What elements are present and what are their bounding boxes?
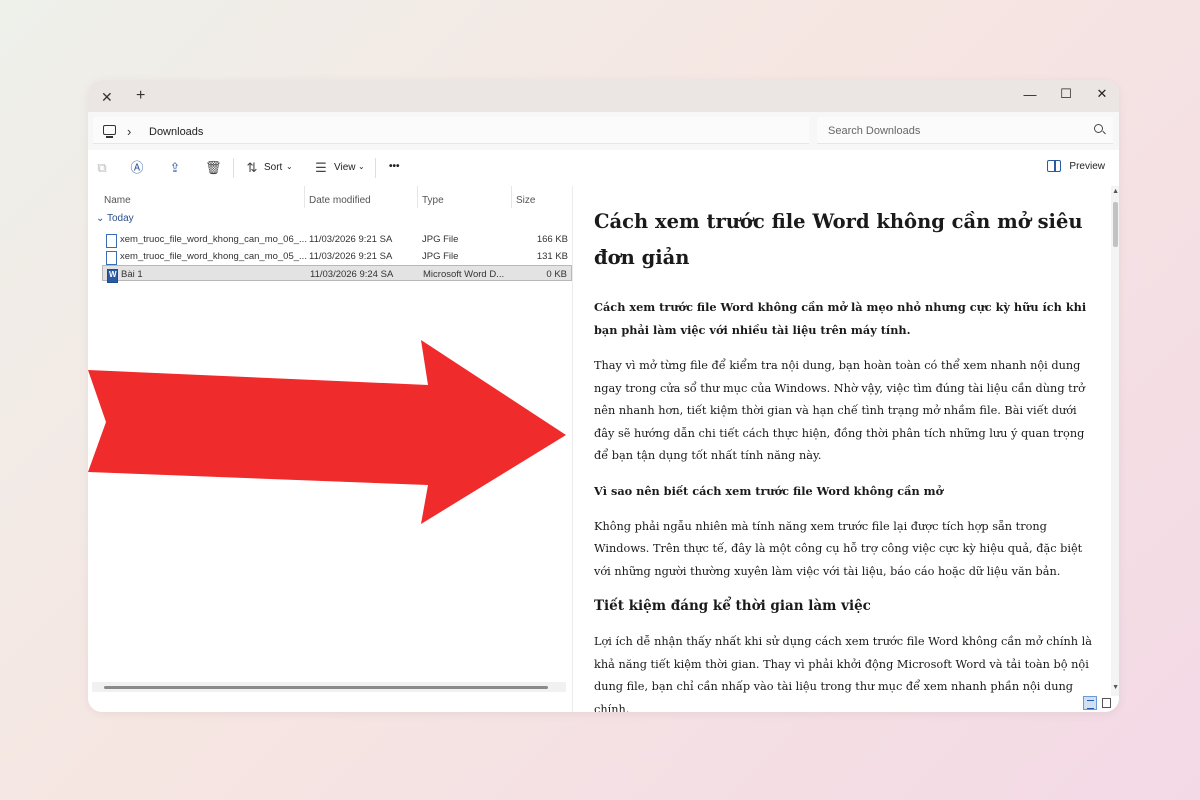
address-input[interactable]: › Downloads xyxy=(93,117,809,144)
group-label: Today xyxy=(107,213,134,224)
scroll-up-icon[interactable]: ▲ xyxy=(1112,188,1119,195)
search-placeholder: Search Downloads xyxy=(828,125,921,137)
document-paragraph: Lợi ích dễ nhận thấy nhất khi sử dụng cá… xyxy=(594,635,1092,712)
title-bar: ✕ + — ☐ ✕ xyxy=(88,80,1119,112)
toolbar-divider xyxy=(375,158,376,178)
computer-icon[interactable] xyxy=(103,125,116,138)
group-header-today[interactable]: ⌄ Today xyxy=(96,213,134,224)
preview-pane-button[interactable]: Preview xyxy=(1047,160,1105,172)
copy-icon[interactable]: ⧉ xyxy=(94,160,110,176)
file-name: xem_truoc_file_word_khong_can_mo_06_... xyxy=(120,234,307,245)
address-bar: › Downloads Search Downloads xyxy=(88,112,1119,150)
search-icon[interactable] xyxy=(1094,124,1103,133)
arrow-shape xyxy=(88,340,566,524)
file-date: 11/03/2026 9:21 SA xyxy=(309,234,393,245)
file-type: JPG File xyxy=(422,234,459,245)
file-type: JPG File xyxy=(422,251,459,262)
image-file-icon xyxy=(106,234,117,248)
minimize-button[interactable]: — xyxy=(1012,83,1048,105)
word-file-icon xyxy=(107,269,118,283)
preview-pane-icon xyxy=(1047,160,1062,172)
document-paragraph: Thay vì mở từng file để kiểm tra nội dun… xyxy=(594,359,1085,462)
delete-icon[interactable]: 🗑 xyxy=(205,160,222,176)
red-arrow-annotation xyxy=(88,340,566,524)
preview-pane: Cách xem trước file Word không cần mở si… xyxy=(572,186,1119,712)
file-name: Bài 1 xyxy=(121,269,143,280)
scroll-down-icon[interactable]: ▼ xyxy=(1112,684,1119,691)
tiles-view-button[interactable] xyxy=(1099,696,1113,710)
close-window-button[interactable]: ✕ xyxy=(1084,83,1119,105)
sort-icon[interactable]: ⇅ xyxy=(244,160,260,176)
document-subheading: Tiết kiệm đáng kể thời gian làm việc xyxy=(594,598,871,614)
view-chevron-down-icon[interactable]: ⌄ xyxy=(358,162,365,171)
column-divider[interactable] xyxy=(304,186,305,208)
document-paragraph: Không phải ngẫu nhiên mà tính năng xem t… xyxy=(594,519,1083,578)
rename-icon[interactable]: Ⓐ xyxy=(129,160,145,176)
breadcrumb-downloads[interactable]: Downloads xyxy=(149,126,203,138)
preview-label: Preview xyxy=(1069,160,1105,172)
document-title: Cách xem trước file Word không cần mở si… xyxy=(594,210,1083,269)
search-input[interactable]: Search Downloads xyxy=(817,117,1113,144)
file-row-selected[interactable]: Bài 1 11/03/2026 9:24 SA Microsoft Word … xyxy=(102,265,572,283)
maximize-button[interactable]: ☐ xyxy=(1048,83,1084,105)
file-row[interactable]: xem_truoc_file_word_khong_can_mo_05_... … xyxy=(102,248,572,265)
column-header-type[interactable]: Type xyxy=(422,195,444,206)
sort-button[interactable]: Sort xyxy=(264,162,282,173)
command-bar: ⧉ Ⓐ ⇪ 🗑 ⇅ Sort ⌄ ☰ View ⌄ ••• Preview xyxy=(88,150,1119,187)
file-size: 131 KB xyxy=(536,251,568,262)
file-date: 11/03/2026 9:24 SA xyxy=(310,269,394,280)
share-icon[interactable]: ⇪ xyxy=(167,160,183,176)
column-header-date[interactable]: Date modified xyxy=(309,195,371,206)
view-button[interactable]: View xyxy=(334,162,356,173)
chevron-right-icon[interactable]: › xyxy=(127,124,131,139)
view-icon[interactable]: ☰ xyxy=(313,160,329,176)
image-file-icon xyxy=(106,251,117,265)
explorer-tab[interactable]: ✕ xyxy=(88,80,158,112)
details-view-icon xyxy=(1087,700,1094,709)
column-header-name[interactable]: Name xyxy=(104,195,131,206)
file-row[interactable]: xem_truoc_file_word_khong_can_mo_06_... … xyxy=(102,231,572,248)
close-tab-icon[interactable]: ✕ xyxy=(101,89,113,106)
horizontal-scrollbar[interactable] xyxy=(92,682,566,692)
new-tab-button[interactable]: + xyxy=(136,87,145,105)
file-name: xem_truoc_file_word_khong_can_mo_05_... xyxy=(120,251,307,262)
file-size: 166 KB xyxy=(536,234,568,245)
sort-chevron-down-icon[interactable]: ⌄ xyxy=(286,162,293,171)
tiles-view-icon xyxy=(1102,698,1111,708)
chevron-down-icon: ⌄ xyxy=(96,213,105,224)
column-divider[interactable] xyxy=(417,186,418,208)
file-size: 0 KB xyxy=(546,269,567,280)
scrollbar-thumb[interactable] xyxy=(104,686,548,689)
file-type: Microsoft Word D... xyxy=(423,269,505,280)
more-options-button[interactable]: ••• xyxy=(389,161,400,172)
vertical-scrollbar[interactable]: ▲ ▼ xyxy=(1111,186,1119,696)
details-view-button[interactable] xyxy=(1083,696,1097,710)
column-divider[interactable] xyxy=(511,186,512,208)
column-header-size[interactable]: Size xyxy=(516,195,535,206)
toolbar-divider xyxy=(233,158,234,178)
document-heading: Vì sao nên biết cách xem trước file Word… xyxy=(594,483,944,498)
file-date: 11/03/2026 9:21 SA xyxy=(309,251,393,262)
scrollbar-thumb[interactable] xyxy=(1113,202,1118,247)
document-lead: Cách xem trước file Word không cần mở là… xyxy=(594,300,1087,337)
file-explorer-window: ✕ + — ☐ ✕ › Downloads Search Downloads ⧉… xyxy=(88,80,1119,712)
document-preview: Cách xem trước file Word không cần mở si… xyxy=(594,204,1092,712)
